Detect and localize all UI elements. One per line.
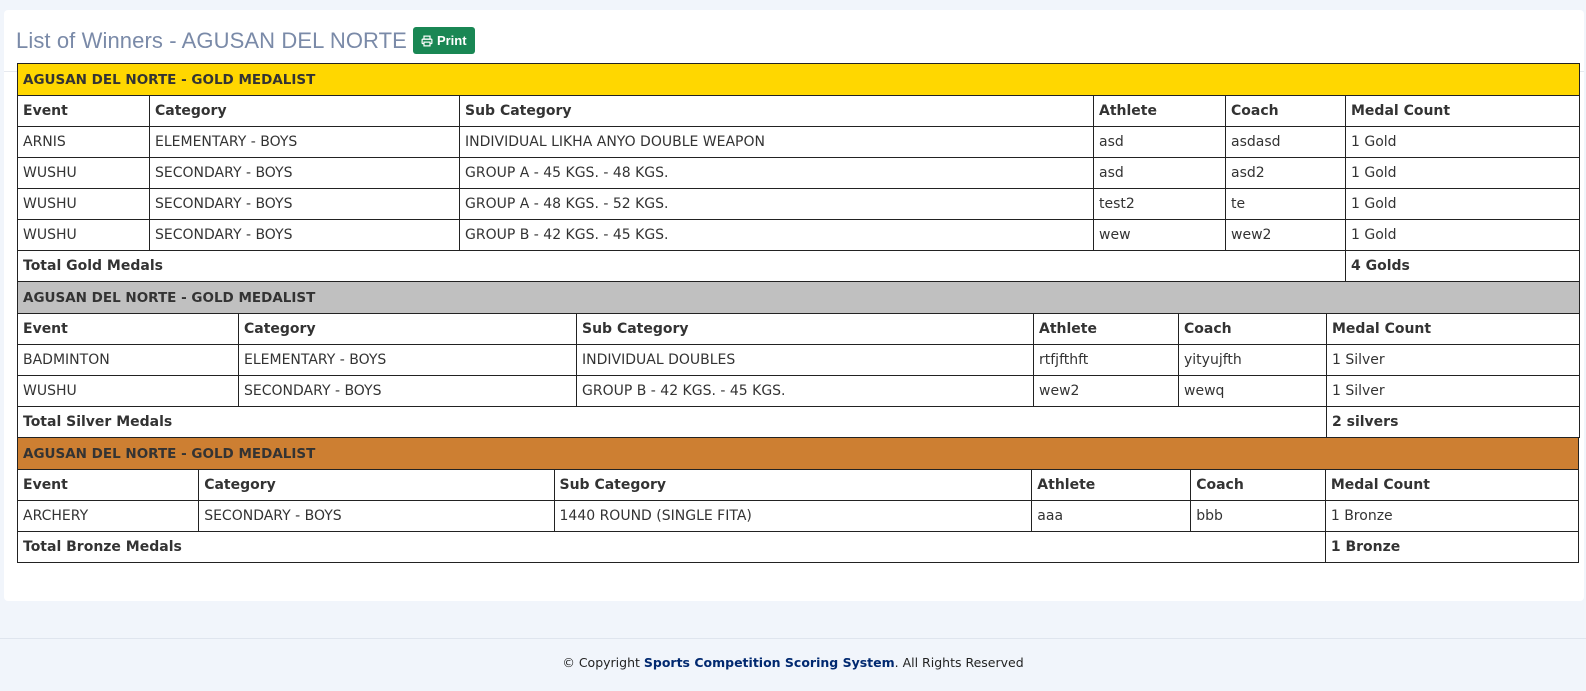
cell-category: SECONDARY - BOYS [149,219,460,251]
print-button[interactable]: Print [412,27,475,54]
cell-athlete: wew [1093,219,1226,251]
cell-sub-category: GROUP A - 45 KGS. - 48 KGS. [459,157,1094,189]
silver-table-title: AGUSAN DEL NORTE - GOLD MEDALIST [16,281,1581,314]
table-row: ARNIS ELEMENTARY - BOYS INDIVIDUAL LIKHA… [17,126,1581,158]
table-row: WUSHU SECONDARY - BOYS GROUP B - 42 KGS.… [17,375,1581,407]
cell-coach: wewq [1178,375,1327,407]
cell-event: ARNIS [17,126,150,158]
silver-total-value: 2 silvers [1325,406,1581,438]
cell-medal-count: 1 Silver [1325,375,1581,407]
silver-total-row: Total Silver Medals 2 silvers [17,406,1581,438]
cell-athlete: rtfjfthft [1033,344,1179,376]
cell-medal-count: 1 Silver [1325,344,1581,376]
gold-table-title: AGUSAN DEL NORTE - GOLD MEDALIST [16,63,1581,96]
cell-event: BADMINTON [17,344,239,376]
cell-category: ELEMENTARY - BOYS [238,344,577,376]
column-header-coach: Coach [1178,313,1327,345]
silver-total-label: Total Silver Medals [17,406,1327,438]
table-row: WUSHU SECONDARY - BOYS GROUP B - 42 KGS.… [17,219,1581,251]
cell-medal-count: 1 Gold [1344,157,1581,189]
footer-copyright: © Copyright Sports Competition Scoring S… [0,655,1586,670]
cell-athlete: wew2 [1033,375,1179,407]
cell-athlete: aaa [1031,500,1192,532]
column-header-category: Category [238,313,577,345]
cell-athlete: asd [1093,126,1226,158]
column-header-medal-count: Medal Count [1325,313,1581,345]
cell-event: ARCHERY [16,500,200,532]
cell-coach: bbb [1190,500,1326,532]
column-header-athlete: Athlete [1031,469,1192,501]
cell-medal-count: 1 Gold [1344,188,1581,220]
column-header-athlete: Athlete [1093,95,1226,127]
cell-sub-category: 1440 ROUND (SINGLE FITA) [553,500,1033,532]
medal-tables: AGUSAN DEL NORTE - GOLD MEDALIST Event C… [16,63,1581,563]
gold-medal-table: AGUSAN DEL NORTE - GOLD MEDALIST Event C… [16,63,1581,282]
cell-sub-category: GROUP A - 48 KGS. - 52 KGS. [459,188,1094,220]
bronze-title-row: AGUSAN DEL NORTE - GOLD MEDALIST [17,437,1579,470]
bronze-total-value: 1 Bronze [1324,531,1580,563]
column-header-event: Event [16,469,200,501]
footer-brand: Sports Competition Scoring System [643,655,895,670]
cell-athlete: asd [1093,157,1226,189]
silver-header-row: Event Category Sub Category Athlete Coac… [17,313,1581,345]
cell-event: WUSHU [17,375,239,407]
print-button-label: Print [436,33,467,48]
cell-coach: wew2 [1225,219,1346,251]
column-header-sub-category: Sub Category [553,469,1033,501]
cell-coach: asd2 [1225,157,1346,189]
cell-category: SECONDARY - BOYS [149,157,460,189]
column-header-category: Category [149,95,460,127]
silver-medal-table: AGUSAN DEL NORTE - GOLD MEDALIST Event C… [16,281,1581,438]
cell-sub-category: INDIVIDUAL DOUBLES [576,344,1034,376]
footer-divider [0,638,1586,639]
cell-medal-count: 1 Bronze [1324,500,1580,532]
cell-athlete: test2 [1093,188,1226,220]
cell-category: ELEMENTARY - BOYS [149,126,460,158]
cell-coach: asdasd [1225,126,1346,158]
column-header-sub-category: Sub Category [576,313,1034,345]
table-row: WUSHU SECONDARY - BOYS GROUP A - 48 KGS.… [17,188,1581,220]
table-row: WUSHU SECONDARY - BOYS GROUP A - 45 KGS.… [17,157,1581,189]
column-header-medal-count: Medal Count [1344,95,1581,127]
column-header-sub-category: Sub Category [459,95,1094,127]
bronze-total-label: Total Bronze Medals [17,531,1326,563]
cell-event: WUSHU [17,188,150,220]
gold-total-row: Total Gold Medals 4 Golds [17,250,1581,282]
column-header-medal-count: Medal Count [1324,469,1580,501]
cell-medal-count: 1 Gold [1344,219,1581,251]
cell-category: SECONDARY - BOYS [198,500,555,532]
cell-coach: te [1225,188,1346,220]
column-header-coach: Coach [1225,95,1346,127]
cell-sub-category: GROUP B - 42 KGS. - 45 KGS. [576,375,1034,407]
silver-title-row: AGUSAN DEL NORTE - GOLD MEDALIST [16,281,1581,314]
cell-event: WUSHU [17,219,150,251]
gold-header-row: Event Category Sub Category Athlete Coac… [17,95,1581,127]
column-header-event: Event [17,313,239,345]
footer-suffix: . All Rights Reserved [894,655,1024,670]
bronze-header-row: Event Category Sub Category Athlete Coac… [16,469,1580,501]
column-header-category: Category [198,469,555,501]
cell-category: SECONDARY - BOYS [238,375,577,407]
cell-category: SECONDARY - BOYS [149,188,460,220]
footer-prefix: © Copyright [562,655,644,670]
table-row: ARCHERY SECONDARY - BOYS 1440 ROUND (SIN… [16,500,1580,532]
bronze-medal-table: AGUSAN DEL NORTE - GOLD MEDALIST Event C… [16,437,1580,563]
cell-coach: yityujfth [1178,344,1327,376]
gold-total-value: 4 Golds [1344,250,1581,282]
gold-total-label: Total Gold Medals [17,250,1346,282]
page-title: List of Winners - AGUSAN DEL NORTE [16,27,407,53]
cell-medal-count: 1 Gold [1344,126,1581,158]
cell-event: WUSHU [17,157,150,189]
cell-sub-category: GROUP B - 42 KGS. - 45 KGS. [459,219,1094,251]
printer-icon [421,35,433,47]
bronze-total-row: Total Bronze Medals 1 Bronze [17,531,1580,563]
column-header-coach: Coach [1190,469,1326,501]
table-row: BADMINTON ELEMENTARY - BOYS INDIVIDUAL D… [17,344,1581,376]
bronze-table-title: AGUSAN DEL NORTE - GOLD MEDALIST [17,437,1579,470]
gold-title-row: AGUSAN DEL NORTE - GOLD MEDALIST [16,63,1581,96]
column-header-event: Event [17,95,150,127]
column-header-athlete: Athlete [1033,313,1179,345]
cell-sub-category: INDIVIDUAL LIKHA ANYO DOUBLE WEAPON [459,126,1094,158]
